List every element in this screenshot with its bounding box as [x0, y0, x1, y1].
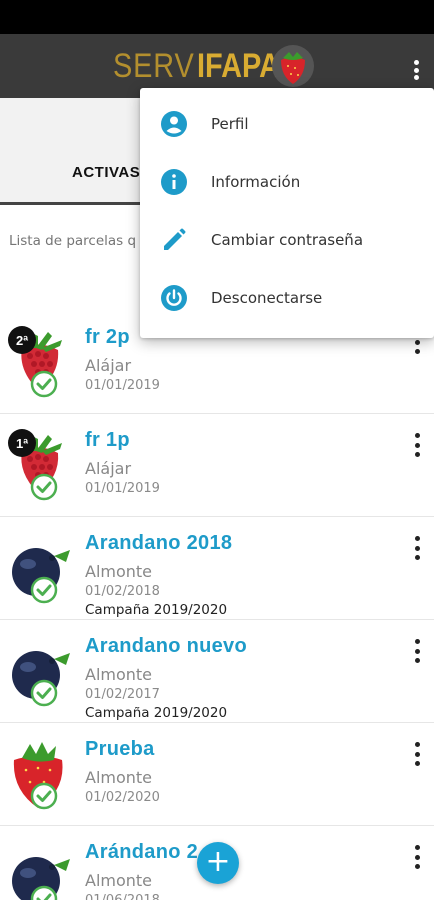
list-item[interactable]: 1ª fr 1p Alájar 01/01/2019: [0, 415, 434, 517]
info-icon: [161, 169, 187, 195]
check-icon: [30, 576, 58, 604]
parcel-campaign: Campaña 2019/2020: [85, 705, 228, 721]
parcel-date: 01/02/2018: [85, 584, 160, 599]
dot-icon: [414, 639, 420, 644]
check-icon: [30, 473, 58, 501]
parcel-date: 01/06/2018: [85, 893, 160, 900]
dot-icon: [414, 648, 420, 654]
raspberry-icon: 2ª: [8, 326, 62, 398]
check-icon: [30, 370, 58, 398]
dot-icon: [414, 742, 420, 747]
dot-icon: [414, 845, 420, 850]
menu-item-cambiar-contrasena[interactable]: Cambiar contraseña: [140, 212, 434, 270]
dot-icon: [414, 854, 420, 860]
add-parcel-button[interactable]: +: [197, 842, 239, 884]
parcel-campaign: Campaña 2019/2020: [85, 602, 228, 618]
planting-badge: 2ª: [16, 333, 28, 348]
raspberry-icon: 1ª: [8, 429, 62, 501]
parcel-date: 01/01/2019: [85, 378, 160, 393]
tab-activas-label: ACTIVAS: [72, 164, 141, 181]
item-options-button[interactable]: [412, 742, 422, 766]
parcel-date: 01/02/2020: [85, 790, 160, 805]
overflow-menu: Perfil Información Cambiar contraseña De…: [140, 88, 434, 338]
blueberry-icon: [12, 651, 70, 707]
item-options-button[interactable]: [412, 433, 422, 457]
list-item[interactable]: Arandano nuevo Almonte 01/02/2017 Campaña 2…: [0, 621, 434, 723]
parcel-town: Alájar: [85, 356, 132, 375]
dot-icon: [414, 761, 420, 766]
dot-icon: [414, 452, 420, 457]
app-logo: SERV IFAPA: [113, 42, 314, 90]
logo-ifapa-text: IFAPA: [196, 46, 280, 85]
dot-icon: [413, 67, 419, 73]
overflow-menu-button[interactable]: [406, 56, 426, 84]
power-icon: [161, 285, 187, 311]
check-icon: [30, 679, 58, 707]
dot-icon: [414, 536, 420, 541]
dot-icon: [413, 75, 419, 80]
check-icon: [30, 782, 58, 810]
dot-icon: [414, 864, 420, 869]
menu-item-label: Cambiar contraseña: [211, 231, 364, 249]
menu-item-label: Información: [211, 173, 301, 191]
dot-icon: [414, 442, 420, 448]
dot-icon: [414, 339, 420, 345]
parcel-name: fr 2p: [85, 326, 130, 348]
list-item[interactable]: Arandano 2018 Almonte 01/02/2018 Campaña 20…: [0, 518, 434, 620]
parcel-date: 01/01/2019: [85, 481, 160, 496]
item-options-button[interactable]: [412, 536, 422, 560]
strawberry-logo-icon: [272, 45, 314, 87]
planting-badge: 1ª: [16, 436, 28, 451]
strawberry-icon: [13, 742, 63, 810]
menu-item-label: Desconectarse: [211, 289, 323, 307]
parcel-town: Almonte: [85, 665, 153, 684]
menu-item-label: Perfil: [211, 115, 249, 133]
dot-icon: [414, 751, 420, 757]
parcel-name: Arándano 2: [85, 841, 199, 863]
item-options-button[interactable]: [412, 845, 422, 869]
parcel-name: Arandano nuevo: [85, 635, 247, 657]
parcel-town: Almonte: [85, 562, 153, 581]
parcel-date: 01/02/2017: [85, 687, 160, 702]
blueberry-icon: [12, 857, 70, 900]
parcel-town: Almonte: [85, 871, 153, 890]
account-circle-icon: [161, 111, 187, 137]
parcel-name: fr 1p: [85, 429, 130, 451]
dot-icon: [413, 60, 419, 65]
logo-serv-text: SERV: [113, 46, 195, 85]
parcel-name: Arandano 2018: [85, 532, 233, 554]
menu-item-perfil[interactable]: Perfil: [140, 96, 434, 154]
dot-icon: [414, 349, 420, 354]
dot-icon: [414, 658, 420, 663]
blueberry-icon: [12, 548, 70, 604]
dot-icon: [414, 545, 420, 551]
status-bar: [0, 0, 434, 34]
dot-icon: [414, 433, 420, 438]
menu-item-informacion[interactable]: Información: [140, 154, 434, 212]
parcel-town: Almonte: [85, 768, 153, 787]
item-options-button[interactable]: [412, 639, 422, 663]
list-item[interactable]: Prueba Almonte 01/02/2020: [0, 724, 434, 826]
pencil-icon: [164, 228, 186, 250]
parcel-town: Alájar: [85, 459, 132, 478]
dot-icon: [414, 555, 420, 560]
parcel-name: Prueba: [85, 738, 155, 760]
menu-item-desconectarse[interactable]: Desconectarse: [140, 270, 434, 328]
check-icon: [30, 885, 58, 900]
